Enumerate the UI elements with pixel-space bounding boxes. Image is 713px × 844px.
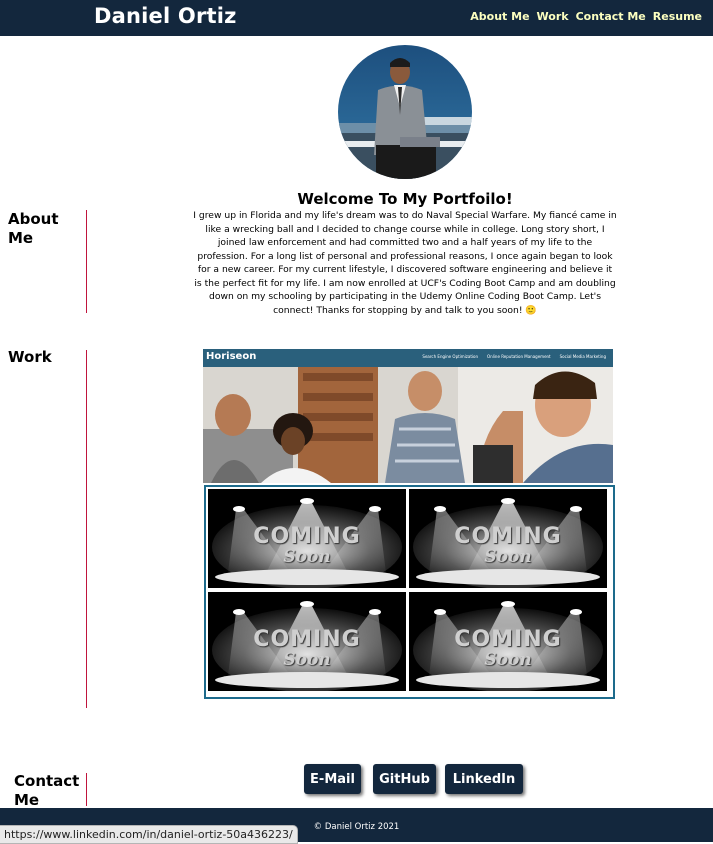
site-title: Daniel Ortiz — [94, 4, 237, 28]
project-nav-item: Online Reputation Management — [487, 354, 551, 359]
welcome-heading: Welcome To My Portfoilo! — [297, 190, 513, 208]
bio-paragraph: I grew up in Florida and my life's dream… — [193, 210, 617, 316]
project-screenshot — [203, 349, 613, 483]
project-nav-item: Social Media Marketing — [559, 354, 606, 359]
coming-soon-text: COMING — [253, 627, 361, 652]
soon-text: Soon — [484, 547, 532, 567]
nav-link-about[interactable]: About Me — [470, 10, 529, 23]
section-divider-contact — [86, 773, 87, 806]
linkedin-button[interactable]: LinkedIn — [445, 764, 523, 794]
section-heading-contact: Contact Me — [14, 772, 80, 809]
top-navbar: Daniel Ortiz About Me Work Contact Me Re… — [0, 0, 713, 36]
coming-soon-tile[interactable]: COMING Soon — [409, 592, 607, 691]
project-nav: Search Engine Optimization Online Reputa… — [422, 354, 606, 359]
coming-soon-tile[interactable]: COMING Soon — [208, 489, 406, 588]
nav-link-resume[interactable]: Resume — [653, 10, 702, 23]
link-hover-url: https://www.linkedin.com/in/daniel-ortiz… — [0, 825, 298, 844]
coming-soon-tile[interactable]: COMING Soon — [208, 592, 406, 691]
coming-soon-text: COMING — [253, 524, 361, 549]
section-heading-work: Work — [8, 348, 52, 366]
nav-link-contact[interactable]: Contact Me — [576, 10, 646, 23]
coming-soon-text: COMING — [454, 627, 562, 652]
coming-soon-tile[interactable]: COMING Soon — [409, 489, 607, 588]
section-divider-work — [86, 350, 87, 708]
section-divider-about — [86, 210, 87, 313]
coming-soon-text: COMING — [454, 524, 562, 549]
github-button[interactable]: GitHub — [373, 764, 436, 794]
project-nav-item: Search Engine Optimization — [422, 354, 479, 359]
email-button[interactable]: E-Mail — [304, 764, 361, 794]
featured-project-horiseon[interactable]: Horiseon Search Engine Optimization Onli… — [203, 349, 613, 483]
coming-soon-grid: COMING Soon COMING Soon COMING Soon COMI… — [204, 485, 615, 699]
section-heading-about: About Me — [8, 210, 59, 247]
soon-text: Soon — [283, 650, 331, 670]
nav-link-work[interactable]: Work — [537, 10, 569, 23]
profile-photo — [338, 45, 472, 179]
project-brand: Horiseon — [206, 351, 257, 362]
soon-text: Soon — [484, 650, 532, 670]
soon-text: Soon — [283, 547, 331, 567]
main-nav: About Me Work Contact Me Resume — [470, 10, 702, 23]
